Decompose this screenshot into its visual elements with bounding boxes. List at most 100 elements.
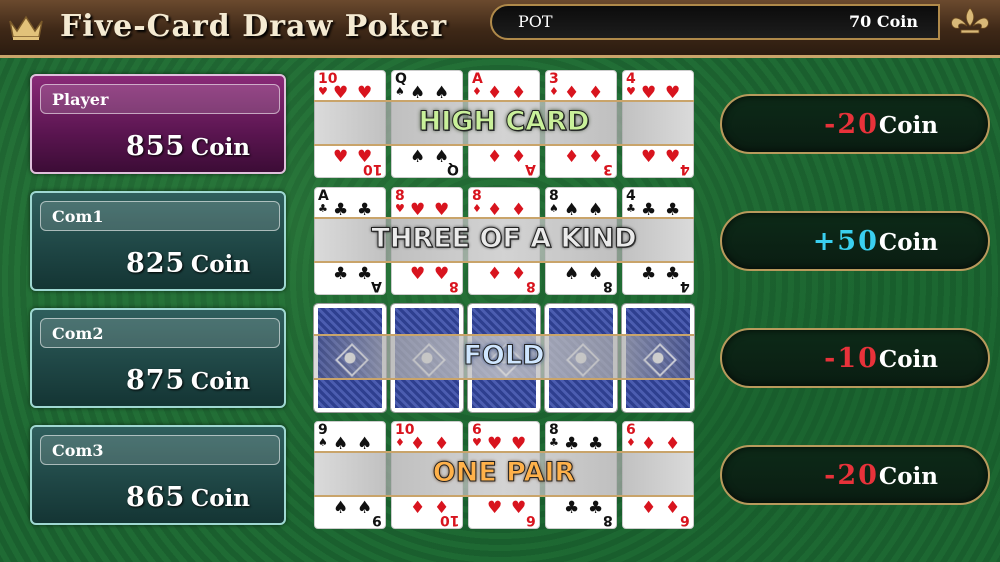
result-text: -10Coin (824, 343, 938, 374)
card-rank: 10 (362, 161, 382, 177)
card-suit-icon: ♣ (318, 202, 328, 215)
hand-rank-label: ONE PAIR (432, 457, 576, 489)
card-pip-icon: ♥ (333, 147, 349, 167)
card-pip-icon: ♣ (641, 264, 657, 284)
card-suit-icon: ♠ (395, 85, 405, 98)
com2-hand: FOLD (313, 303, 695, 413)
card-rank: 8 (549, 188, 559, 204)
coin-unit: Coin (878, 346, 938, 373)
card-rank: A (525, 161, 536, 177)
com2-panel: Com2 875 Coin (30, 308, 286, 408)
card-rank: 6 (680, 512, 690, 528)
com2-result: -10Coin (720, 328, 990, 388)
com1-coins: 825 Coin (126, 248, 250, 279)
card-suit-icon: ♦ (626, 436, 636, 449)
card-rank: 3 (549, 71, 559, 87)
card-rank: 8 (526, 278, 536, 294)
card-rank: A (371, 278, 382, 294)
card-rank: 8 (449, 278, 459, 294)
card-rank: 9 (318, 422, 328, 438)
card-suit-icon: ♥ (395, 202, 405, 215)
card-rank: 4 (680, 278, 690, 294)
fleur-de-lis-icon (951, 7, 989, 34)
card-suit-icon: ♥ (472, 436, 482, 449)
card-pip-icon: ♣ (588, 498, 604, 518)
result-text: +50Coin (813, 226, 938, 257)
card-pip-icon: ♥ (665, 147, 681, 167)
coin-delta: -20 (824, 109, 879, 140)
card-pip-icon: ♣ (333, 264, 349, 284)
card-pip-icon: ♦ (487, 264, 503, 284)
card-pip-icon: ♠ (410, 147, 426, 167)
coin-unit: Coin (190, 485, 250, 512)
result-text: -20Coin (824, 460, 938, 491)
card-rank: 8 (603, 512, 613, 528)
card-pip-icon: ♦ (487, 147, 503, 167)
card-pip-icon: ♥ (641, 147, 657, 167)
coin-amount: 875 (125, 365, 186, 396)
card-pip-icon: ♥ (511, 498, 527, 518)
card-rank: 8 (603, 278, 613, 294)
card-suit-icon: ♠ (318, 436, 328, 449)
card-pip-icon: ♦ (641, 498, 657, 518)
hand-result-banner: ONE PAIR (314, 451, 694, 497)
coin-delta: +50 (812, 226, 879, 257)
card-suit-icon: ♥ (626, 85, 636, 98)
card-rank: 8 (395, 188, 405, 204)
card-suit-icon: ♦ (472, 202, 482, 215)
player-hand: 10 ♥ ♥ ♥ ♥ ♥ 10 Q ♠ ♠ ♠ ♠ ♠ Q A ♦ ♦ ♦ ♦ ♦ A 3 ♦ ♦ ♦ ♦ ♦ 3 4 ♥ ♥ ♥ ♥ ♥ 4 HI… (314, 70, 694, 178)
pot-display: POT 70 Coin (490, 4, 940, 40)
com3-panel: Com3 865 Coin (30, 425, 286, 525)
coin-delta: -20 (824, 460, 879, 491)
hand-result-banner: HIGH CARD (314, 100, 694, 146)
game-title: Five-Card Draw Poker (60, 9, 448, 44)
card-suit-icon: ♦ (395, 436, 405, 449)
card-suit-icon: ♦ (472, 85, 482, 98)
coin-unit: Coin (190, 251, 250, 278)
coin-unit: Coin (190, 134, 250, 161)
result-text: -20Coin (824, 109, 938, 140)
com3-coins: 865 Coin (126, 482, 250, 513)
card-pip-icon: ♥ (487, 498, 503, 518)
card-pip-icon: ♣ (564, 498, 580, 518)
coin-unit: Coin (878, 112, 938, 139)
card-rank: 4 (680, 161, 690, 177)
hand-rank-label: FOLD (463, 340, 545, 372)
title-bar: Five-Card Draw Poker POT 70 Coin (0, 0, 1000, 58)
hand-result-banner: FOLD (314, 334, 694, 380)
card-rank: 6 (472, 422, 482, 438)
coin-amount: 855 (125, 131, 186, 162)
card-rank: 6 (526, 512, 536, 528)
card-pip-icon: ♠ (357, 498, 373, 518)
coin-unit: Coin (878, 463, 938, 490)
card-rank: 3 (603, 161, 613, 177)
card-rank: Q (395, 71, 407, 87)
card-pip-icon: ♠ (588, 264, 604, 284)
card-suit-icon: ♣ (626, 202, 636, 215)
pot-value: 70 Coin (849, 12, 918, 31)
card-pip-icon: ♥ (434, 264, 450, 284)
card-rank: 8 (472, 188, 482, 204)
player-coins: 855 Coin (126, 131, 250, 162)
com2-name: Com2 (52, 324, 104, 343)
card-rank: 4 (626, 188, 636, 204)
hand-rank-label: THREE OF A KIND (371, 223, 637, 255)
card-pip-icon: ♦ (588, 147, 604, 167)
card-pip-icon: ♣ (665, 264, 681, 284)
card-pip-icon: ♠ (333, 498, 349, 518)
com1-name: Com1 (52, 207, 104, 226)
card-rank: 4 (626, 71, 636, 87)
com1-result: +50Coin (720, 211, 990, 271)
coin-delta: -10 (824, 343, 879, 374)
player-result: -20Coin (720, 94, 990, 154)
card-pip-icon: ♥ (410, 264, 426, 284)
com1-panel: Com1 825 Coin (30, 191, 286, 291)
card-rank: 8 (549, 422, 559, 438)
hand-result-banner: THREE OF A KIND (314, 217, 694, 263)
card-suit-icon: ♥ (318, 85, 328, 98)
com1-hand: A ♣ ♣ ♣ ♣ ♣ A 8 ♥ ♥ ♥ ♥ ♥ 8 8 ♦ ♦ ♦ ♦ ♦ 8 8 ♠ ♠ ♠ ♠ ♠ 8 4 ♣ ♣ ♣ ♣ ♣ 4 THRE… (314, 187, 694, 295)
coin-unit: Coin (190, 368, 250, 395)
com3-result: -20Coin (720, 445, 990, 505)
coin-amount: 865 (125, 482, 186, 513)
pot-label: POT (518, 12, 553, 31)
